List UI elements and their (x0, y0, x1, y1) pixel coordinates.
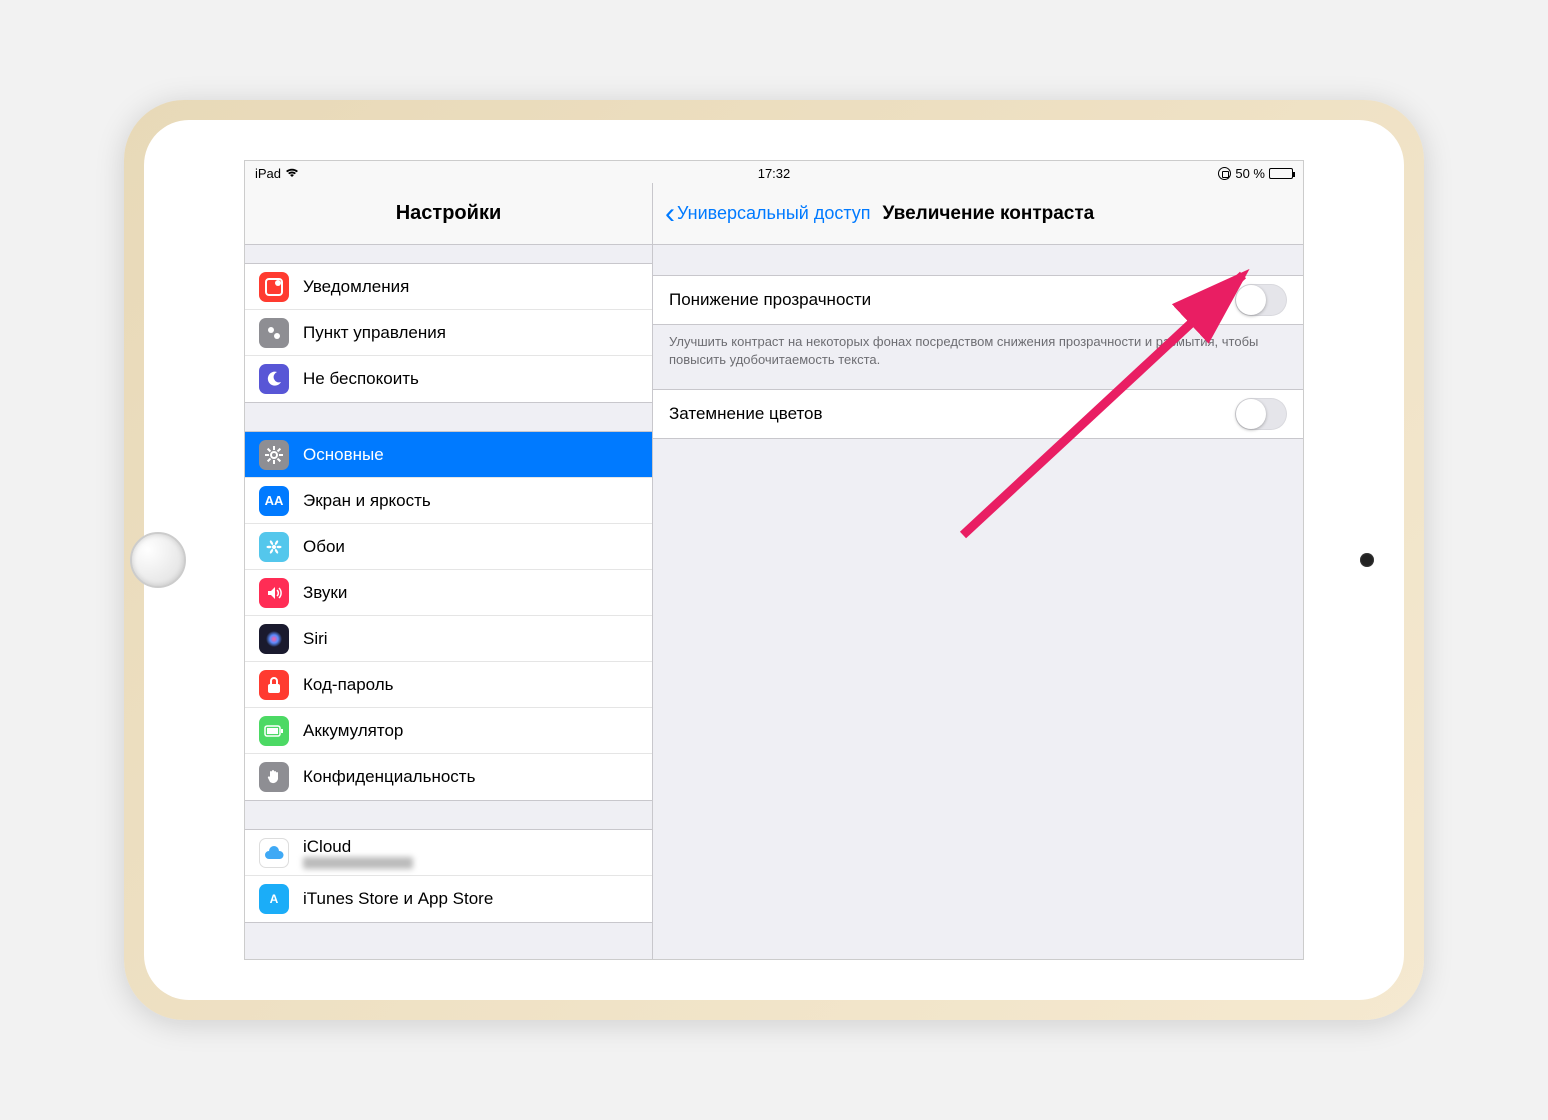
reduce-transparency-note: Улучшить контраст на некоторых фонах пос… (653, 325, 1303, 389)
sidebar-item-control[interactable]: Пункт управления (245, 310, 652, 356)
sidebar-item-label: Основные (303, 445, 384, 465)
settings-sidebar: Настройки Уведомления Пункт управления Не … (245, 183, 653, 959)
sidebar-item-label: Экран и яркость (303, 491, 431, 511)
gear-icon (259, 440, 289, 470)
sidebar-item-gear[interactable]: Основные (245, 432, 652, 478)
status-carrier: iPad (255, 166, 299, 181)
battery-pct: 50 % (1235, 166, 1265, 181)
sidebar-item-label: Код-пароль (303, 675, 394, 695)
detail-pane: ‹ Универсальный доступ Увеличение контра… (653, 183, 1303, 959)
sidebar-item-label: Звуки (303, 583, 347, 603)
reduce-transparency-row[interactable]: Понижение прозрачности (653, 276, 1303, 324)
sidebar-item-label: Аккумулятор (303, 721, 403, 741)
rotation-lock-icon (1218, 167, 1231, 180)
sidebar-item-label: Не беспокоить (303, 369, 419, 389)
sidebar-item-hand[interactable]: Конфиденциальность (245, 754, 652, 800)
sidebar-item-label: Siri (303, 629, 328, 649)
notif-icon (259, 272, 289, 302)
darken-colors-toggle[interactable] (1235, 398, 1287, 430)
sidebar-item-cloud[interactable]: iCloud (245, 830, 652, 876)
screen: iPad 17:32 50 % Настройки Уведомления Пун… (244, 160, 1304, 960)
front-camera (1360, 553, 1374, 567)
control-icon (259, 318, 289, 348)
sidebar-item-label: iCloud (303, 837, 413, 857)
detail-group-1: Понижение прозрачности (653, 275, 1303, 325)
sidebar-item-notif[interactable]: Уведомления (245, 264, 652, 310)
siri-icon (259, 624, 289, 654)
detail-group-2: Затемнение цветов (653, 389, 1303, 439)
sidebar-item-flower[interactable]: Обои (245, 524, 652, 570)
svg-text:A: A (270, 892, 279, 906)
status-bar: iPad 17:32 50 % (245, 161, 1303, 183)
reduce-transparency-toggle[interactable] (1235, 284, 1287, 316)
sidebar-group: iCloud AiTunes Store и App Store (245, 829, 652, 923)
detail-body: Понижение прозрачности Улучшить контраст… (653, 245, 1303, 959)
darken-colors-row[interactable]: Затемнение цветов (653, 390, 1303, 438)
account-email-redacted (303, 857, 413, 869)
sidebar-item-label: Уведомления (303, 277, 409, 297)
flower-icon (259, 532, 289, 562)
sidebar-item-moon[interactable]: Не беспокоить (245, 356, 652, 402)
back-label: Универсальный доступ (677, 203, 871, 224)
sidebar-item-label: Пункт управления (303, 323, 446, 343)
batt-icon (259, 716, 289, 746)
sidebar-item-appstore[interactable]: AiTunes Store и App Store (245, 876, 652, 922)
appstore-icon: A (259, 884, 289, 914)
sidebar-item-label: Обои (303, 537, 345, 557)
ipad-bezel: iPad 17:32 50 % Настройки Уведомления Пун… (144, 120, 1404, 1000)
status-right: 50 % (1218, 166, 1293, 181)
carrier-label: iPad (255, 166, 281, 181)
wifi-icon (285, 166, 299, 181)
sound-icon (259, 578, 289, 608)
sidebar-item-sound[interactable]: Звуки (245, 570, 652, 616)
sidebar-group: Уведомления Пункт управления Не беспокоить (245, 263, 652, 403)
sidebar-item-batt[interactable]: Аккумулятор (245, 708, 652, 754)
sidebar-title: Настройки (245, 183, 652, 245)
split-view: Настройки Уведомления Пункт управления Не … (245, 183, 1303, 959)
detail-header: ‹ Универсальный доступ Увеличение контра… (653, 183, 1303, 245)
row-label: Понижение прозрачности (669, 290, 871, 310)
back-button[interactable]: ‹ Универсальный доступ (665, 203, 871, 224)
cloud-icon (259, 838, 289, 868)
moon-icon (259, 364, 289, 394)
lock-icon (259, 670, 289, 700)
status-time: 17:32 (758, 166, 791, 181)
sidebar-item-lock[interactable]: Код-пароль (245, 662, 652, 708)
home-button[interactable] (130, 532, 186, 588)
sidebar-item-label: Конфиденциальность (303, 767, 475, 787)
ipad-device-frame: iPad 17:32 50 % Настройки Уведомления Пун… (124, 100, 1424, 1020)
aa-icon: AA (259, 486, 289, 516)
sidebar-item-aa[interactable]: AA Экран и яркость (245, 478, 652, 524)
detail-title: Увеличение контраста (883, 203, 1095, 225)
hand-icon (259, 762, 289, 792)
sidebar-item-siri[interactable]: Siri (245, 616, 652, 662)
battery-icon (1269, 168, 1293, 179)
row-label: Затемнение цветов (669, 404, 823, 424)
sidebar-item-label: iTunes Store и App Store (303, 889, 493, 909)
sidebar-group: Основные AA Экран и яркость Обои Звуки Siri Ко… (245, 431, 652, 801)
